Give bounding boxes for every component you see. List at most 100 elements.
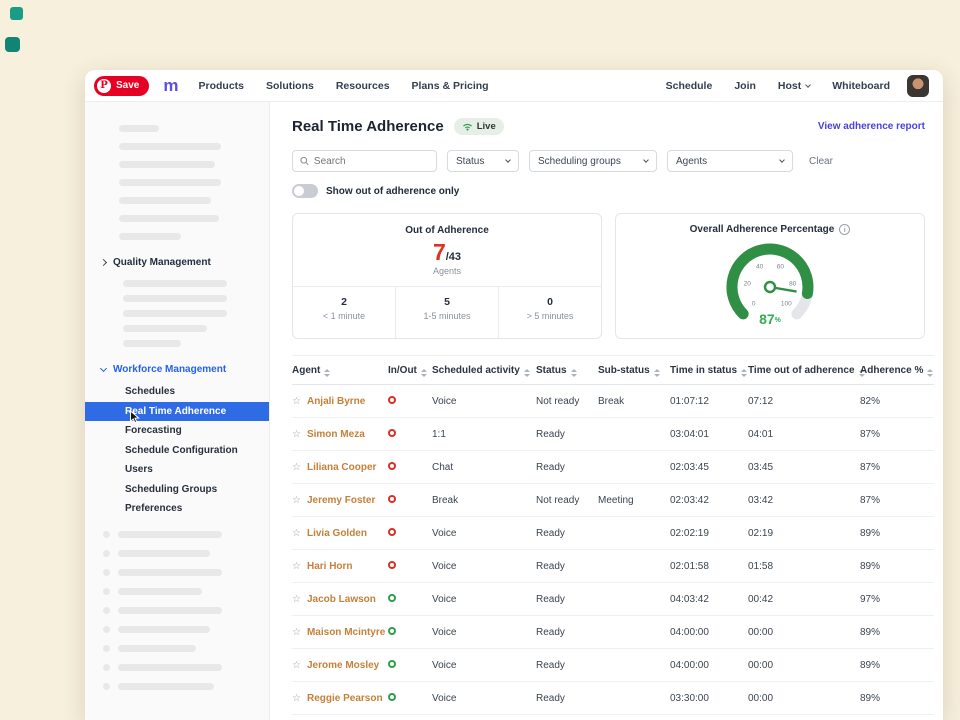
star-icon[interactable]: ☆ <box>292 462 301 473</box>
nav-item-solutions[interactable]: Solutions <box>266 80 314 92</box>
nav-item-join[interactable]: Join <box>734 80 756 92</box>
agent-cell[interactable]: ☆ Hari Horn <box>292 549 388 582</box>
nav-item-products[interactable]: Products <box>198 80 244 92</box>
show-out-of-adherence-toggle[interactable] <box>292 184 318 198</box>
agent-name-link[interactable]: Jacob Lawson <box>307 594 376 605</box>
table-row[interactable]: ☆Maison McintyreVoiceReady04:00:0000:008… <box>292 615 934 648</box>
svg-text:60: 60 <box>777 264 785 271</box>
clear-filters-link[interactable]: Clear <box>809 156 833 167</box>
column-header-time-out-of-adherence[interactable]: Time out of adherence <box>748 356 860 385</box>
agent-cell[interactable]: ☆ Jerome Mosley <box>292 648 388 681</box>
agent-cell[interactable]: ☆ Anjali Byrne <box>292 384 388 417</box>
skeleton-row <box>85 607 269 614</box>
app-logo[interactable]: m <box>163 77 178 94</box>
agent-cell[interactable]: ☆ Reggie Pearson <box>292 681 388 714</box>
search-box[interactable] <box>292 150 437 172</box>
agent-name-link[interactable]: Hari Horn <box>307 561 353 572</box>
sidebar-item-users[interactable]: Users <box>85 460 269 480</box>
summary-cards: Out of Adherence 7/43 Agents 2 < 1 minut… <box>292 213 925 339</box>
status-dropdown[interactable]: Status <box>447 150 519 172</box>
view-adherence-report-link[interactable]: View adherence report <box>818 121 925 132</box>
scheduling-groups-dropdown[interactable]: Scheduling groups <box>529 150 657 172</box>
sidebar-section-workforce-management[interactable]: Workforce Management <box>85 359 269 379</box>
column-header-in-out[interactable]: In/Out <box>388 356 432 385</box>
agent-name-link[interactable]: Livia Golden <box>307 528 367 539</box>
sidebar-item-real-time-adherence[interactable]: Real Time Adherence <box>85 402 269 422</box>
agent-name-link[interactable]: Liliana Cooper <box>307 462 376 473</box>
sidebar-item-label: Users <box>125 464 153 475</box>
sort-icon[interactable] <box>927 369 933 377</box>
table-row[interactable]: ☆Jacob LawsonVoiceReady04:03:4200:4297% <box>292 582 934 615</box>
user-avatar[interactable] <box>907 75 929 97</box>
table-row[interactable]: ☆Liliana CooperChatReady02:03:4503:4587% <box>292 450 934 483</box>
star-icon[interactable]: ☆ <box>292 561 301 572</box>
agent-name-link[interactable]: Simon Meza <box>307 429 365 440</box>
nav-item-resources[interactable]: Resources <box>336 80 390 92</box>
agent-cell[interactable]: ☆ Jeremy Foster <box>292 483 388 516</box>
agent-name-link[interactable]: Anjali Byrne <box>307 396 365 407</box>
nav-item-plans-pricing[interactable]: Plans & Pricing <box>412 80 489 92</box>
agent-cell[interactable]: ☆ Livia Golden <box>292 516 388 549</box>
star-icon[interactable]: ☆ <box>292 627 301 638</box>
star-icon[interactable]: ☆ <box>292 429 301 440</box>
scheduled-activity-cell: Voice <box>432 582 536 615</box>
adherence-cell: 97% <box>860 582 934 615</box>
sidebar-item-scheduling-groups[interactable]: Scheduling Groups <box>85 480 269 500</box>
column-header-time-in-status[interactable]: Time in status <box>670 356 748 385</box>
skeleton-row <box>85 664 269 671</box>
table-row[interactable]: ☆Simon Meza1:1Ready03:04:0104:0187% <box>292 417 934 450</box>
sort-icon[interactable] <box>324 369 330 377</box>
column-header-sub-status[interactable]: Sub-status <box>598 356 670 385</box>
star-icon[interactable]: ☆ <box>292 528 301 539</box>
agent-cell[interactable]: ☆ Liliana Cooper <box>292 450 388 483</box>
inout-green-dot <box>388 693 396 701</box>
agent-cell[interactable]: ☆ Maison Mcintyre <box>292 615 388 648</box>
inout-cell <box>388 483 432 516</box>
column-header-agent[interactable]: Agent <box>292 356 388 385</box>
agent-cell[interactable]: ☆ Jacob Lawson <box>292 582 388 615</box>
sort-icon[interactable] <box>421 369 427 377</box>
column-header-scheduled-activity[interactable]: Scheduled activity <box>432 356 536 385</box>
search-icon <box>300 156 309 166</box>
adherence-toggle-row: Show out of adherence only <box>292 184 925 198</box>
table-row[interactable]: ☆Jerome MosleyVoiceReady04:00:0000:0089% <box>292 648 934 681</box>
agent-cell[interactable]: ☆ Simon Meza <box>292 417 388 450</box>
sidebar-item-schedules[interactable]: Schedules <box>85 382 269 402</box>
skeleton-bar <box>123 340 181 347</box>
column-header-status[interactable]: Status <box>536 356 598 385</box>
star-icon[interactable]: ☆ <box>292 396 301 407</box>
sort-icon[interactable] <box>654 369 660 377</box>
time-in-status-cell: 02:03:45 <box>670 450 748 483</box>
agent-name-link[interactable]: Reggie Pearson <box>307 693 383 704</box>
sidebar-item-preferences[interactable]: Preferences <box>85 499 269 519</box>
star-icon[interactable]: ☆ <box>292 693 301 704</box>
sidebar-item-forecasting[interactable]: Forecasting <box>85 421 269 441</box>
sidebar-skeleton-top <box>85 125 269 240</box>
star-icon[interactable]: ☆ <box>292 495 301 506</box>
sort-icon[interactable] <box>524 369 530 377</box>
sub-status-cell <box>598 582 670 615</box>
sort-icon[interactable] <box>571 369 577 377</box>
nav-item-whiteboard[interactable]: Whiteboard <box>832 80 890 92</box>
agent-name-link[interactable]: Jerome Mosley <box>307 660 379 671</box>
table-row[interactable]: ☆Hari HornVoiceReady02:01:5801:5889% <box>292 549 934 582</box>
table-row[interactable]: ☆Jeremy FosterBreakNot readyMeeting02:03… <box>292 483 934 516</box>
search-input[interactable] <box>314 156 429 167</box>
sidebar-section-quality-management[interactable]: Quality Management <box>85 252 269 272</box>
table-row[interactable]: ☆Anjali ByrneVoiceNot readyBreak01:07:12… <box>292 384 934 417</box>
nav-item-host[interactable]: Host <box>778 80 810 92</box>
column-header-adherence[interactable]: Adherence % <box>860 356 934 385</box>
nav-item-schedule[interactable]: Schedule <box>666 80 713 92</box>
agent-name-link[interactable]: Maison Mcintyre <box>307 627 385 638</box>
table-row[interactable]: ☆Reggie PearsonVoiceReady03:30:0000:0089… <box>292 681 934 714</box>
agents-dropdown[interactable]: Agents <box>667 150 793 172</box>
inout-cell <box>388 384 432 417</box>
star-icon[interactable]: ☆ <box>292 594 301 605</box>
table-row[interactable]: ☆Livia GoldenVoiceReady02:02:1902:1989% <box>292 516 934 549</box>
agent-name-link[interactable]: Jeremy Foster <box>307 495 375 506</box>
sort-icon[interactable] <box>741 369 747 377</box>
star-icon[interactable]: ☆ <box>292 660 301 671</box>
pinterest-save-button[interactable]: P Save <box>94 76 149 96</box>
sidebar-item-schedule-configuration[interactable]: Schedule Configuration <box>85 441 269 461</box>
skeleton-bar <box>119 197 211 204</box>
